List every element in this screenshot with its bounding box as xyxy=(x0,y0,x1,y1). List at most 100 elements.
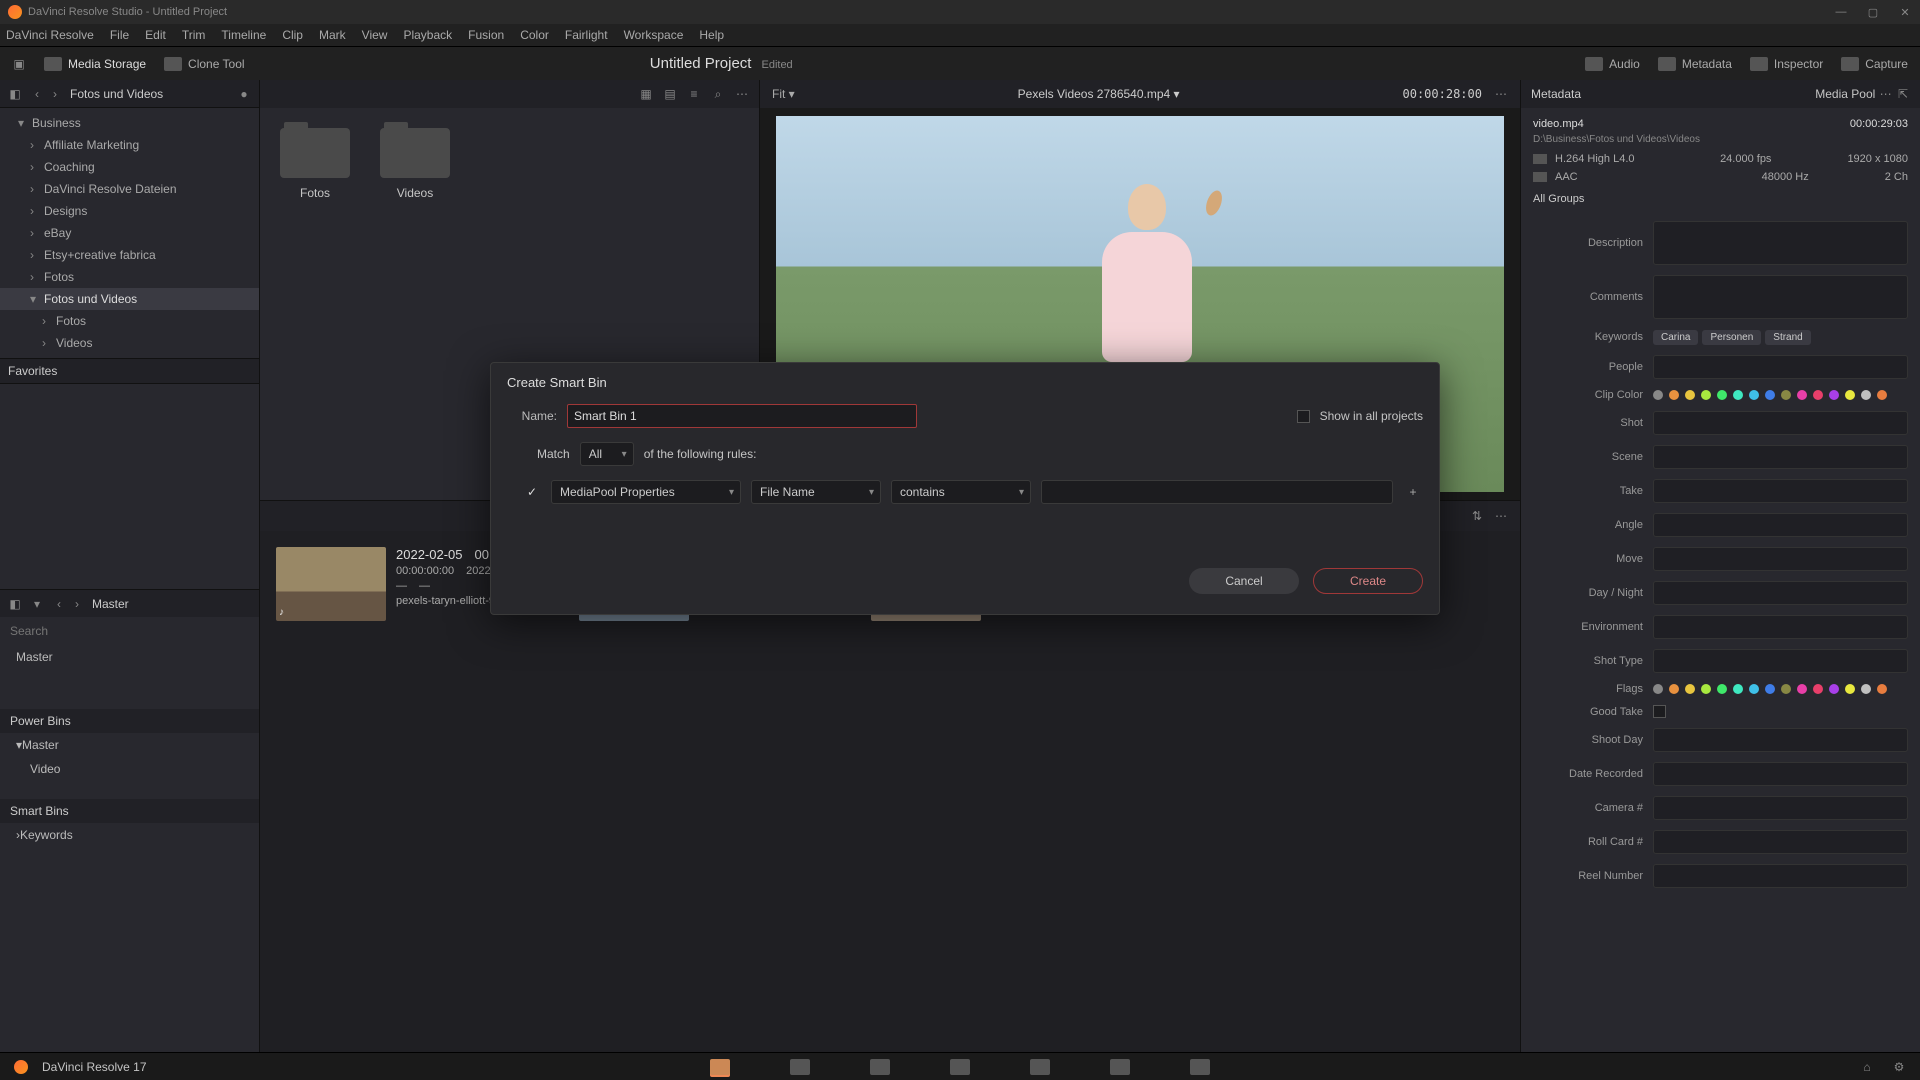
smartbin-keywords[interactable]: › Keywords xyxy=(0,823,259,847)
nav-media-icon[interactable] xyxy=(710,1059,730,1075)
menu-workspace[interactable]: Workspace xyxy=(624,28,684,42)
color-swatch[interactable] xyxy=(1829,390,1839,400)
good-take-checkbox[interactable] xyxy=(1653,705,1666,718)
color-swatch[interactable] xyxy=(1781,390,1791,400)
viewer-clip-name[interactable]: Pexels Videos 2786540.mp4 ▾ xyxy=(1018,87,1180,101)
folder-fotos[interactable]: Fotos xyxy=(280,128,350,200)
color-swatch[interactable] xyxy=(1845,390,1855,400)
panel-toggle-icon[interactable]: ◧ xyxy=(8,87,22,101)
people-input[interactable] xyxy=(1653,355,1908,379)
color-swatch[interactable] xyxy=(1701,684,1711,694)
layout-icon[interactable]: ▣ xyxy=(12,57,26,71)
close-icon[interactable]: ✕ xyxy=(1898,5,1912,19)
color-swatch[interactable] xyxy=(1749,684,1759,694)
folder-videos[interactable]: Videos xyxy=(380,128,450,200)
view-thumb-icon[interactable]: ▦ xyxy=(639,87,653,101)
environment-input[interactable] xyxy=(1653,615,1908,639)
pool-toggle-icon[interactable]: ◧ xyxy=(8,597,22,611)
color-swatch[interactable] xyxy=(1717,684,1727,694)
menu-fairlight[interactable]: Fairlight xyxy=(565,28,608,42)
date-recorded-input[interactable] xyxy=(1653,762,1908,786)
color-swatch[interactable] xyxy=(1845,684,1855,694)
menu-view[interactable]: View xyxy=(362,28,388,42)
add-rule-button[interactable]: + xyxy=(1403,485,1423,499)
reel-number-input[interactable] xyxy=(1653,864,1908,888)
powerbin-video[interactable]: Video xyxy=(0,757,259,781)
take-input[interactable] xyxy=(1653,479,1908,503)
color-swatch[interactable] xyxy=(1669,684,1679,694)
home-icon[interactable]: ⌂ xyxy=(1860,1060,1874,1074)
rule-field-select[interactable]: MediaPool Properties xyxy=(551,480,741,504)
media-storage-button[interactable]: Media Storage xyxy=(44,57,146,71)
shot-type-input[interactable] xyxy=(1653,649,1908,673)
view-list-icon[interactable]: ≡ xyxy=(687,87,701,101)
inspector-button[interactable]: Inspector xyxy=(1750,57,1823,71)
tree-etsy-creative-fabrica[interactable]: ›Etsy+creative fabrica xyxy=(0,244,259,266)
minimize-icon[interactable]: ― xyxy=(1834,5,1848,19)
nav-fairlight-icon[interactable] xyxy=(1110,1059,1130,1075)
nav-edit-icon[interactable] xyxy=(870,1059,890,1075)
pool-search[interactable] xyxy=(0,617,259,645)
tree-videos[interactable]: ›Videos xyxy=(0,332,259,354)
create-button[interactable]: Create xyxy=(1313,568,1423,594)
color-swatch[interactable] xyxy=(1717,390,1727,400)
menu-color[interactable]: Color xyxy=(520,28,549,42)
viewer-menu-icon[interactable]: ⋯ xyxy=(1494,87,1508,101)
match-select[interactable]: All xyxy=(580,442,634,466)
rule-operator-select[interactable]: contains xyxy=(891,480,1031,504)
nav-color-icon[interactable] xyxy=(1030,1059,1050,1075)
nav-cut-icon[interactable] xyxy=(790,1059,810,1075)
scene-input[interactable] xyxy=(1653,445,1908,469)
comments-input[interactable] xyxy=(1653,275,1908,319)
menu-davinci-resolve[interactable]: DaVinci Resolve xyxy=(6,28,94,42)
menu-help[interactable]: Help xyxy=(699,28,724,42)
menu-trim[interactable]: Trim xyxy=(182,28,206,42)
capture-button[interactable]: Capture xyxy=(1841,57,1908,71)
pool-menu-icon[interactable]: ⋯ xyxy=(1494,509,1508,523)
maximize-icon[interactable]: ▢ xyxy=(1866,5,1880,19)
pool-dropdown-icon[interactable]: ▾ xyxy=(30,597,44,611)
meta-expand-icon[interactable]: ⇱ xyxy=(1896,87,1910,101)
menu-file[interactable]: File xyxy=(110,28,129,42)
menu-playback[interactable]: Playback xyxy=(403,28,452,42)
color-swatch[interactable] xyxy=(1685,390,1695,400)
powerbin-master[interactable]: ▾ Master xyxy=(0,733,259,757)
color-swatch[interactable] xyxy=(1765,684,1775,694)
pool-back-icon[interactable]: ‹ xyxy=(52,597,66,611)
tree-fotos[interactable]: ›Fotos xyxy=(0,310,259,332)
color-swatch[interactable] xyxy=(1653,390,1663,400)
menu-mark[interactable]: Mark xyxy=(319,28,346,42)
keyword-tag[interactable]: Strand xyxy=(1765,330,1810,345)
angle-input[interactable] xyxy=(1653,513,1908,537)
nav-deliver-icon[interactable] xyxy=(1190,1059,1210,1075)
rule-value-input[interactable] xyxy=(1041,480,1393,504)
shot-input[interactable] xyxy=(1653,411,1908,435)
audio-button[interactable]: Audio xyxy=(1585,57,1640,71)
roll-card--input[interactable] xyxy=(1653,830,1908,854)
tree-designs[interactable]: ›Designs xyxy=(0,200,259,222)
tree-affiliate-marketing[interactable]: ›Affiliate Marketing xyxy=(0,134,259,156)
meta-groups[interactable]: All Groups xyxy=(1533,193,1908,205)
menu-timeline[interactable]: Timeline xyxy=(221,28,266,42)
tree-fotos-und-videos[interactable]: ▾Fotos und Videos xyxy=(0,288,259,310)
clone-tool-button[interactable]: Clone Tool xyxy=(164,57,244,71)
color-swatch[interactable] xyxy=(1797,390,1807,400)
back-icon[interactable]: ‹ xyxy=(30,87,44,101)
smart-bin-name-input[interactable] xyxy=(567,404,917,428)
menu-fusion[interactable]: Fusion xyxy=(468,28,504,42)
forward-icon[interactable]: › xyxy=(48,87,62,101)
favorites-header[interactable]: Favorites xyxy=(0,358,259,384)
menu-edit[interactable]: Edit xyxy=(145,28,166,42)
rule-enabled-check[interactable]: ✓ xyxy=(527,485,541,499)
color-swatch[interactable] xyxy=(1829,684,1839,694)
settings-icon[interactable]: ⚙ xyxy=(1892,1060,1906,1074)
metadata-button[interactable]: Metadata xyxy=(1658,57,1732,71)
color-swatch[interactable] xyxy=(1813,390,1823,400)
color-swatch[interactable] xyxy=(1733,390,1743,400)
keyword-tag[interactable]: Carina xyxy=(1653,330,1698,345)
rule-property-select[interactable]: File Name xyxy=(751,480,881,504)
tree-ebay[interactable]: ›eBay xyxy=(0,222,259,244)
bin-master[interactable]: Master xyxy=(0,645,259,669)
color-swatch[interactable] xyxy=(1877,390,1887,400)
color-swatch[interactable] xyxy=(1653,684,1663,694)
